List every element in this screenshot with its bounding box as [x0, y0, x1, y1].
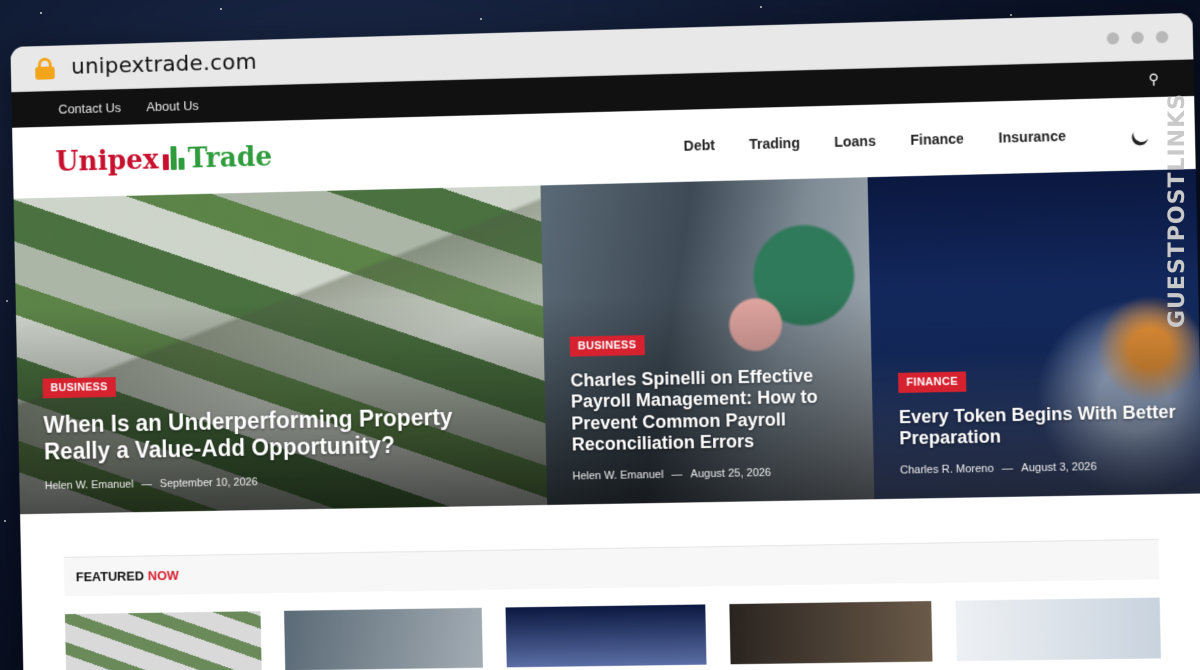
- star: [220, 8, 222, 10]
- category-badge[interactable]: FINANCE: [898, 371, 966, 393]
- url-text[interactable]: unipextrade.com: [71, 50, 257, 80]
- candlestick-icon: [160, 144, 186, 174]
- window-dot[interactable]: [1107, 32, 1120, 44]
- nav-debt[interactable]: Debt: [683, 137, 715, 154]
- featured-label: FEATURED: [76, 568, 144, 584]
- logo-text-part1: Unipex: [55, 144, 159, 177]
- contact-us-link[interactable]: Contact Us: [58, 100, 121, 117]
- date: August 3, 2026: [1021, 461, 1097, 475]
- hero-card[interactable]: FINANCE Every Token Begins With Better P…: [868, 169, 1200, 499]
- search-icon[interactable]: ⚲: [1148, 70, 1159, 88]
- site-logo[interactable]: Unipex Trade: [55, 141, 272, 177]
- category-badge[interactable]: BUSINESS: [43, 377, 116, 398]
- article-title[interactable]: Charles Spinelli on Effective Payroll Ma…: [570, 364, 849, 456]
- main-nav: Debt Trading Loans Finance Insurance: [683, 126, 1150, 154]
- star: [6, 300, 8, 302]
- featured-thumbnail[interactable]: [506, 604, 707, 667]
- star: [4, 520, 6, 522]
- window-controls: [1107, 30, 1169, 44]
- nav-insurance[interactable]: Insurance: [998, 128, 1066, 146]
- featured-highlight: NOW: [148, 568, 179, 583]
- browser-window: unipextrade.com Contact Us About Us ⚲ Un…: [10, 13, 1200, 670]
- window-dot[interactable]: [1131, 31, 1144, 43]
- moon-icon[interactable]: [1130, 123, 1153, 145]
- category-badge[interactable]: BUSINESS: [570, 335, 645, 357]
- logo-text-part2: Trade: [188, 141, 273, 174]
- star: [480, 18, 482, 20]
- lock-icon: [34, 57, 56, 79]
- featured-thumbnails: [65, 598, 1161, 670]
- meta-separator: —: [141, 478, 152, 490]
- hero-grid: BUSINESS When Is an Underperforming Prop…: [14, 169, 1200, 514]
- hero-card[interactable]: BUSINESS Charles Spinelli on Effective P…: [540, 177, 874, 505]
- featured-heading: FEATURED NOW: [64, 539, 1160, 597]
- author[interactable]: Charles R. Moreno: [900, 463, 994, 477]
- star: [1010, 14, 1012, 16]
- star: [40, 12, 42, 14]
- about-us-link[interactable]: About Us: [146, 97, 199, 113]
- nav-trading[interactable]: Trading: [749, 135, 800, 152]
- date: September 10, 2026: [160, 476, 258, 490]
- star: [760, 6, 762, 8]
- article-title[interactable]: Every Token Begins With Better Preparati…: [899, 401, 1177, 450]
- hero-card[interactable]: BUSINESS When Is an Underperforming Prop…: [14, 185, 548, 514]
- nav-finance[interactable]: Finance: [910, 130, 964, 148]
- featured-thumbnail[interactable]: [956, 598, 1161, 662]
- featured-thumbnail[interactable]: [729, 601, 932, 664]
- meta-separator: —: [1002, 462, 1013, 474]
- window-dot[interactable]: [1156, 30, 1169, 43]
- watermark-text: GUESTPOSTLINKS: [1165, 93, 1190, 328]
- date: August 25, 2026: [690, 467, 771, 481]
- featured-thumbnail[interactable]: [284, 608, 483, 670]
- featured-thumbnail[interactable]: [65, 611, 262, 670]
- author[interactable]: Helen W. Emanuel: [572, 469, 663, 483]
- author[interactable]: Helen W. Emanuel: [45, 479, 134, 492]
- featured-section: FEATURED NOW: [20, 493, 1200, 670]
- article-title[interactable]: When Is an Underperforming Property Real…: [43, 402, 522, 466]
- nav-loans[interactable]: Loans: [834, 133, 876, 150]
- meta-separator: —: [671, 469, 682, 481]
- watermark: GUESTPOSTLINKS: [1162, 60, 1192, 360]
